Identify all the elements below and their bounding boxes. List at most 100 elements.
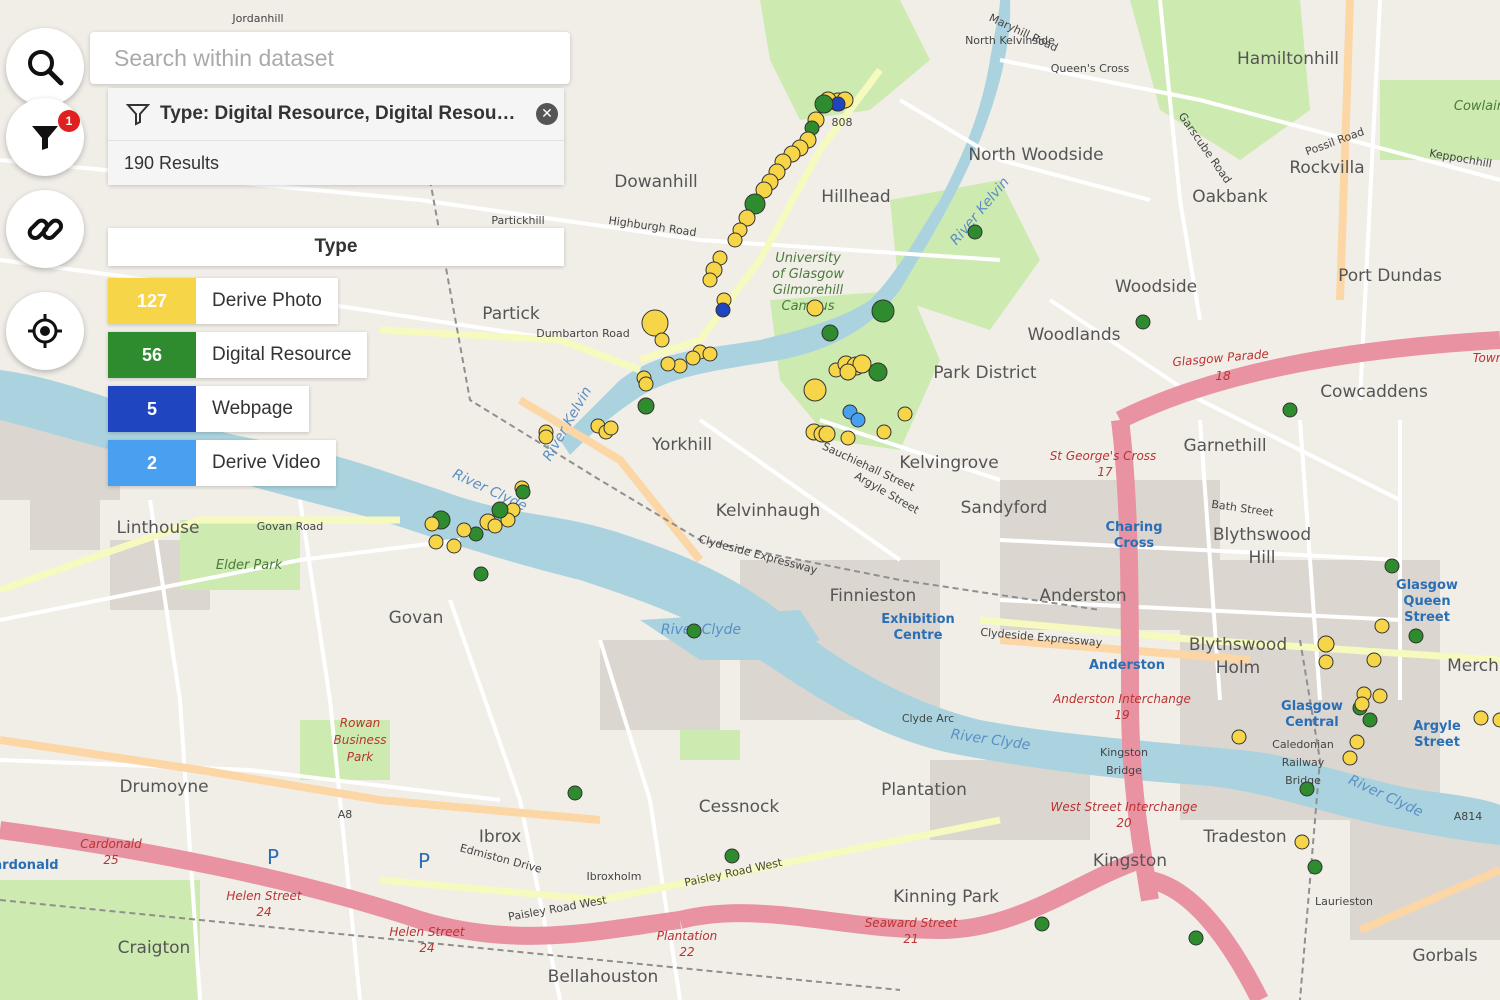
marker-derive-photo[interactable] xyxy=(487,518,503,534)
marker-derive-photo[interactable] xyxy=(538,429,554,445)
clear-filter-button[interactable]: ✕ xyxy=(536,103,558,125)
marker-derive-photo[interactable] xyxy=(897,406,913,422)
marker-derive-photo[interactable] xyxy=(603,420,619,436)
marker-digital-resource[interactable] xyxy=(967,224,983,240)
marker-derive-photo[interactable] xyxy=(456,522,472,538)
marker-derive-photo[interactable] xyxy=(806,299,824,317)
label-dowanhill: Dowanhill xyxy=(614,172,698,192)
label-rockvilla: Rockvilla xyxy=(1289,158,1364,178)
marker-digital-resource[interactable] xyxy=(491,501,509,519)
marker-digital-resource[interactable] xyxy=(1408,628,1424,644)
legend-item-derive-photo[interactable]: 127 Derive Photo xyxy=(108,278,338,324)
label-laurieston: Laurieston xyxy=(1315,895,1373,908)
marker-digital-resource[interactable] xyxy=(1034,916,1050,932)
marker-derive-photo[interactable] xyxy=(839,363,857,381)
label-a808: 808 xyxy=(832,116,853,129)
marker-digital-resource[interactable] xyxy=(821,324,839,342)
marker-derive-photo[interactable] xyxy=(1473,710,1489,726)
marker-digital-resource[interactable] xyxy=(814,94,834,114)
label-queens-cross: Queen's Cross xyxy=(1051,62,1130,75)
marker-derive-photo[interactable] xyxy=(1231,729,1247,745)
legend-item-digital-resource[interactable]: 56 Digital Resource xyxy=(108,332,368,378)
marker-derive-video[interactable] xyxy=(850,412,866,428)
marker-digital-resource[interactable] xyxy=(1384,558,1400,574)
results-count: 190 Results xyxy=(124,152,220,173)
legend-item-derive-video[interactable]: 2 Derive Video xyxy=(108,440,337,486)
share-link-button[interactable] xyxy=(6,190,84,268)
marker-derive-photo[interactable] xyxy=(702,272,718,288)
marker-derive-photo[interactable] xyxy=(840,430,856,446)
marker-digital-resource[interactable] xyxy=(1135,314,1151,330)
marker-derive-photo[interactable] xyxy=(1354,696,1370,712)
marker-derive-photo[interactable] xyxy=(1349,734,1365,750)
legend-title: Type xyxy=(108,228,564,266)
marker-derive-photo[interactable] xyxy=(1374,618,1390,634)
filter-button[interactable]: 1 xyxy=(6,98,84,176)
label-junction-22: 22 xyxy=(679,945,694,959)
marker-derive-photo[interactable] xyxy=(876,424,892,440)
marker-derive-photo[interactable] xyxy=(803,378,827,402)
label-bellahouston: Bellahouston xyxy=(548,967,659,987)
marker-derive-photo[interactable] xyxy=(660,356,676,372)
filter-funnel-icon xyxy=(32,126,58,150)
marker-digital-resource[interactable] xyxy=(1188,930,1204,946)
label-clyde-arc: Clyde Arc xyxy=(902,712,954,725)
label-a814: A814 xyxy=(1454,810,1483,823)
locate-me-button[interactable] xyxy=(6,292,84,370)
marker-digital-resource[interactable] xyxy=(871,299,895,323)
active-filter-label: Type: Digital Resource, Digital Resou… xyxy=(160,103,516,124)
label-st-georges-cross: St George's Cross xyxy=(1050,449,1157,463)
marker-digital-resource[interactable] xyxy=(515,484,531,500)
marker-digital-resource[interactable] xyxy=(637,397,655,415)
label-park-district: Park District xyxy=(933,363,1037,383)
marker-webpage[interactable] xyxy=(715,302,731,318)
marker-derive-photo[interactable] xyxy=(641,309,669,337)
marker-digital-resource[interactable] xyxy=(473,566,489,582)
marker-derive-photo[interactable] xyxy=(1366,652,1382,668)
marker-digital-resource[interactable] xyxy=(1307,859,1323,875)
marker-digital-resource[interactable] xyxy=(1299,781,1315,797)
marker-digital-resource[interactable] xyxy=(567,785,583,801)
label-junction-18: 18 xyxy=(1215,369,1231,383)
label-govan: Govan xyxy=(389,608,444,628)
marker-derive-photo[interactable] xyxy=(1294,834,1310,850)
filter-outline-icon xyxy=(126,104,150,126)
label-tradeston: Tradeston xyxy=(1202,827,1286,847)
label-helen-street-1: Helen Street xyxy=(226,889,303,903)
marker-derive-photo[interactable] xyxy=(1372,688,1388,704)
marker-digital-resource[interactable] xyxy=(686,623,702,639)
label-cessnock: Cessnock xyxy=(699,797,780,817)
label-a8: A8 xyxy=(338,808,353,821)
label-business: Business xyxy=(334,733,387,747)
marker-derive-photo[interactable] xyxy=(1342,750,1358,766)
marker-derive-photo[interactable] xyxy=(638,376,654,392)
label-ardonald: ardonald xyxy=(0,858,59,873)
search-icon xyxy=(28,50,64,86)
marker-digital-resource[interactable] xyxy=(868,362,888,382)
marker-digital-resource[interactable] xyxy=(724,848,740,864)
marker-derive-photo[interactable] xyxy=(446,538,462,554)
label-junction-19: 19 xyxy=(1114,708,1129,722)
label-glasgow-queen-st-3: Street xyxy=(1404,610,1450,625)
marker-derive-photo[interactable] xyxy=(1318,654,1334,670)
marker-derive-photo[interactable] xyxy=(818,425,836,443)
label-of-glasgow: of Glasgow xyxy=(772,267,844,282)
marker-digital-resource[interactable] xyxy=(1282,402,1298,418)
search-input[interactable] xyxy=(112,43,556,73)
marker-derive-photo[interactable] xyxy=(424,516,440,532)
marker-derive-photo[interactable] xyxy=(1317,635,1335,653)
label-town: Town xyxy=(1473,351,1500,365)
marker-derive-photo[interactable] xyxy=(727,232,743,248)
marker-derive-photo[interactable] xyxy=(685,350,701,366)
search-button[interactable] xyxy=(6,28,84,106)
marker-derive-photo[interactable] xyxy=(654,332,670,348)
legend-item-webpage[interactable]: 5 Webpage xyxy=(108,386,309,432)
label-junction-21: 21 xyxy=(903,932,918,946)
label-park: Park xyxy=(347,750,375,764)
marker-derive-photo[interactable] xyxy=(702,346,718,362)
marker-derive-photo[interactable] xyxy=(428,534,444,550)
legend-count: 127 xyxy=(108,278,196,324)
marker-digital-resource[interactable] xyxy=(1362,712,1378,728)
label-partickhill: Partickhill xyxy=(491,214,544,227)
label-argyle-street-2: Street xyxy=(1414,735,1460,750)
